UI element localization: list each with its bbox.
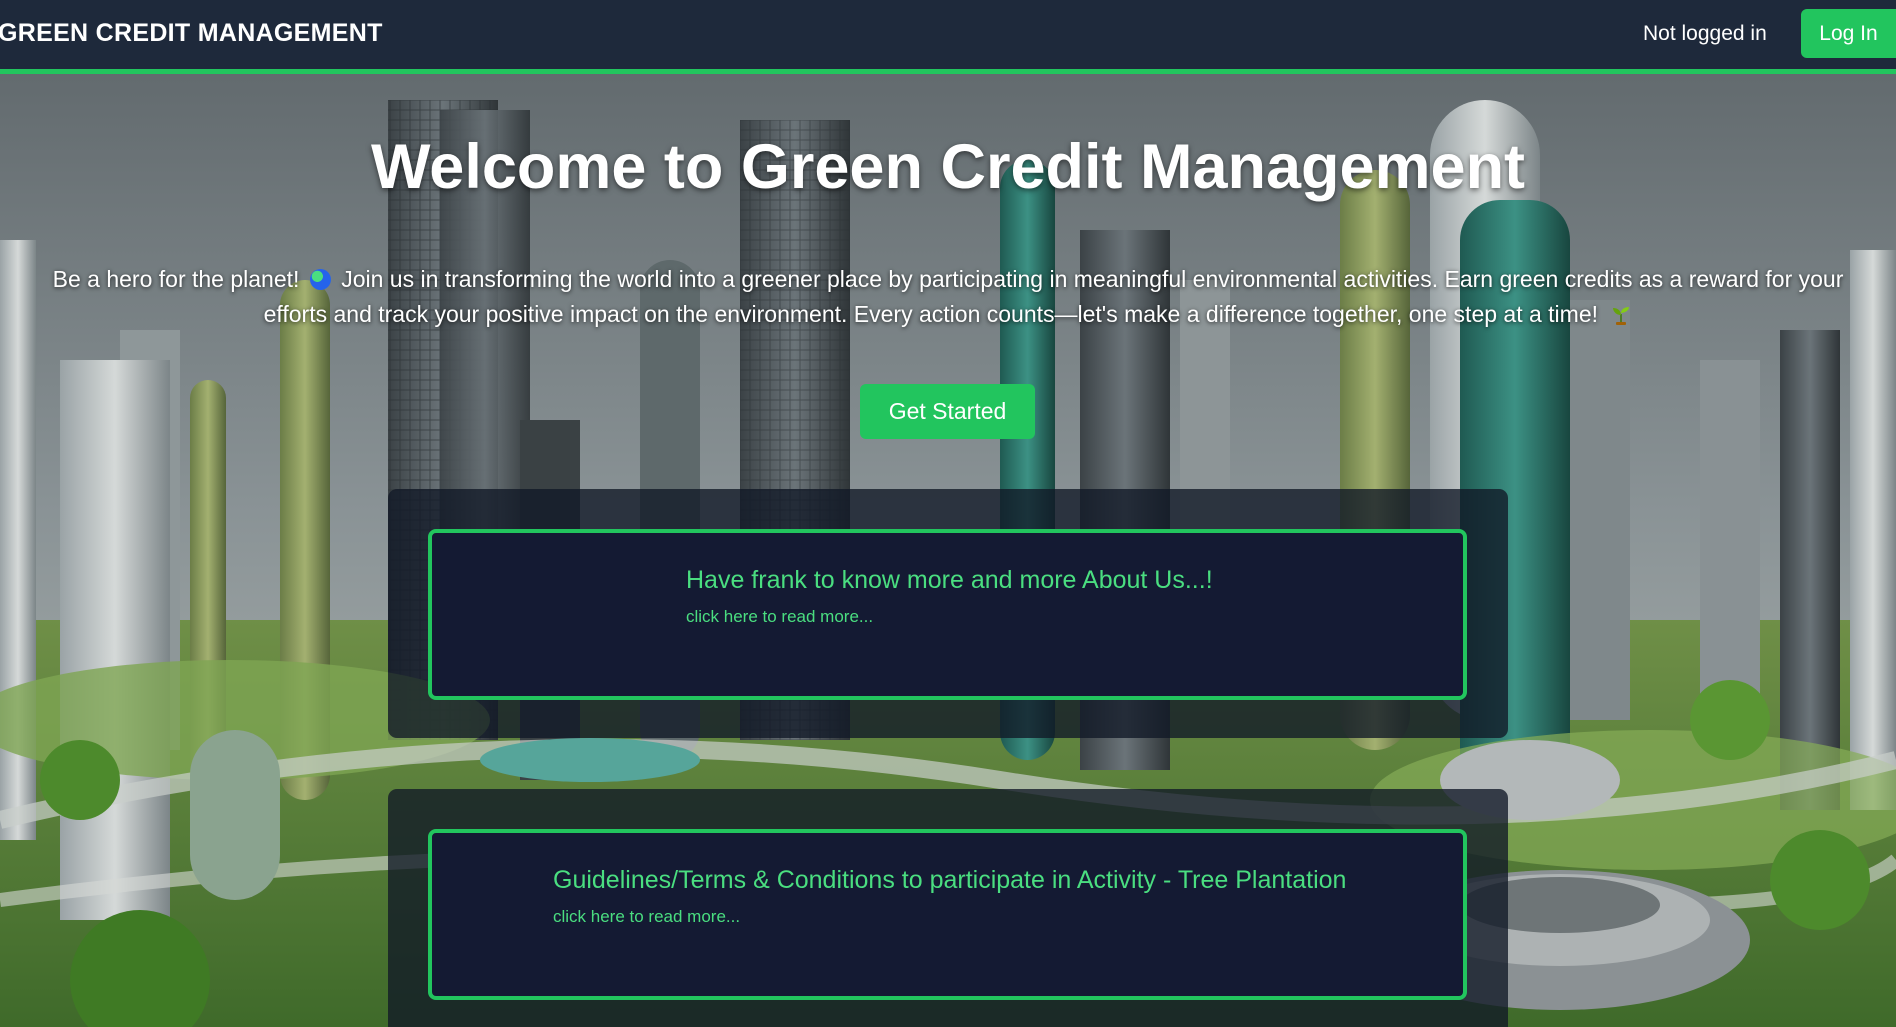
hero-title: Welcome to Green Credit Management — [370, 132, 1526, 202]
globe-emoji-icon — [309, 269, 331, 290]
hero-description-part1: Be a hero for the planet! — [52, 266, 300, 292]
brand-title[interactable]: GREEN CREDIT MANAGEMENT — [0, 19, 383, 48]
guidelines-read-more-link[interactable]: click here to read more... — [553, 907, 740, 927]
hero-description-part2: Join us in transforming the world into a… — [263, 266, 1844, 327]
guidelines-card-title: Guidelines/Terms & Conditions to partici… — [553, 866, 1347, 894]
about-us-read-more-link[interactable]: click here to read more... — [686, 607, 873, 627]
login-status-text: Not logged in — [1643, 22, 1767, 45]
top-navbar: GREEN CREDIT MANAGEMENT Not logged in Lo… — [0, 0, 1896, 74]
about-us-card-title: Have frank to know more and more About U… — [686, 566, 1213, 594]
about-us-card[interactable]: Have frank to know more and more About U… — [428, 529, 1467, 700]
get-started-button[interactable]: Get Started — [860, 384, 1035, 439]
about-us-section: Have frank to know more and more About U… — [388, 489, 1508, 738]
login-button[interactable]: Log In — [1801, 9, 1896, 58]
hero-description: Be a hero for the planet! Join us in tra… — [20, 262, 1876, 332]
guidelines-section: Guidelines/Terms & Conditions to partici… — [388, 789, 1508, 1027]
seedling-emoji-icon — [1613, 307, 1630, 325]
guidelines-card[interactable]: Guidelines/Terms & Conditions to partici… — [428, 829, 1467, 1000]
